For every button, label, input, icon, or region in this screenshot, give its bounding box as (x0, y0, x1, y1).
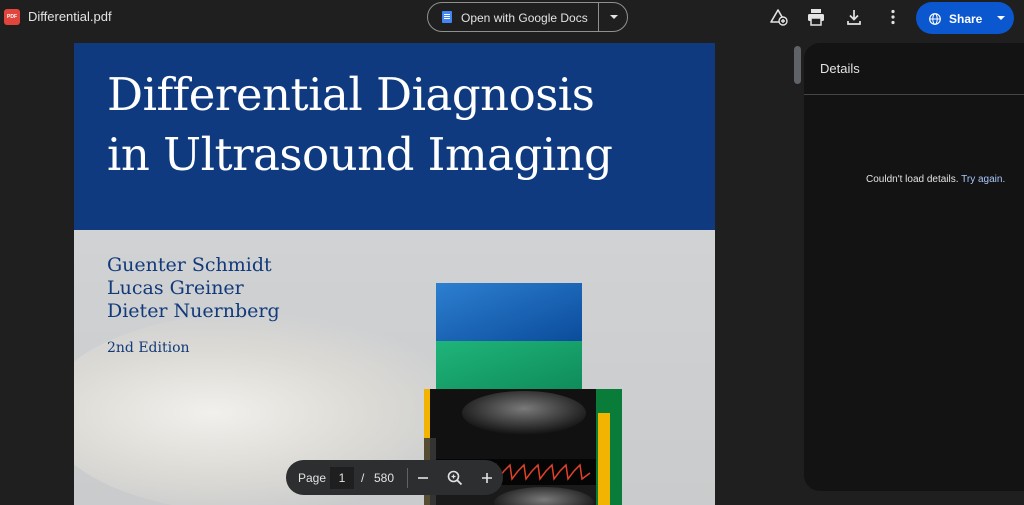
cover-title-band: Differential Diagnosis in Ultrasound Ima… (74, 43, 715, 230)
author-name: Lucas Greiner (107, 277, 244, 299)
author-name: Dieter Nuernberg (107, 300, 280, 322)
open-with-dropdown-button[interactable] (599, 3, 628, 31)
zoom-out-button[interactable] (411, 466, 435, 490)
details-error-message: Couldn't load details. Try again. (866, 174, 1005, 185)
google-docs-icon (442, 11, 452, 23)
caret-down-icon (610, 15, 618, 19)
download-icon[interactable] (843, 6, 865, 28)
total-pages: 580 (374, 471, 395, 485)
share-dropdown-caret-icon[interactable] (997, 16, 1005, 20)
globe-icon (929, 12, 941, 25)
pdf-file-icon: PDF (4, 9, 20, 25)
page-controls: Page 1 / 580 (286, 460, 503, 495)
page-number-input[interactable]: 1 (330, 467, 354, 489)
share-label: Share (949, 12, 983, 26)
zoom-search-icon (447, 470, 463, 486)
cover-title-line-1: Differential Diagnosis (107, 68, 595, 121)
file-name: Differential.pdf (28, 9, 112, 24)
try-again-link[interactable]: Try again. (961, 174, 1005, 185)
cover-authors: Guenter Schmidt Lucas Greiner Dieter Nue… (107, 254, 280, 323)
details-title: Details (820, 61, 860, 76)
plus-icon (482, 473, 492, 483)
cover-title: Differential Diagnosis in Ultrasound Ima… (107, 65, 613, 185)
author-name: Guenter Schmidt (107, 254, 272, 276)
pdf-page: Differential Diagnosis in Ultrasound Ima… (74, 43, 715, 505)
cover-edition: 2nd Edition (107, 340, 190, 356)
open-with-google-docs-button[interactable]: Open with Google Docs (428, 3, 598, 31)
details-error-text: Couldn't load details. (866, 174, 959, 185)
cover-title-line-2: in Ultrasound Imaging (107, 128, 613, 181)
print-icon[interactable] (805, 6, 827, 28)
top-bar: PDF Differential.pdf Open with Google Do… (0, 0, 1024, 36)
open-with-button-group: Open with Google Docs (427, 2, 628, 32)
more-vert-icon[interactable] (882, 6, 904, 28)
minus-icon (418, 477, 428, 479)
details-panel: Details Couldn't load details. Try again… (804, 43, 1024, 491)
page-controls-divider (407, 468, 408, 488)
share-button[interactable]: Share (916, 2, 1014, 34)
add-to-drive-icon[interactable] (767, 6, 789, 28)
zoom-in-button[interactable] (475, 466, 499, 490)
details-divider (804, 94, 1024, 95)
fit-zoom-button[interactable] (443, 466, 467, 490)
page-separator: / (361, 471, 365, 485)
page-label: Page (298, 471, 327, 485)
open-with-label: Open with Google Docs (461, 11, 588, 25)
document-scrollbar[interactable] (794, 46, 801, 84)
